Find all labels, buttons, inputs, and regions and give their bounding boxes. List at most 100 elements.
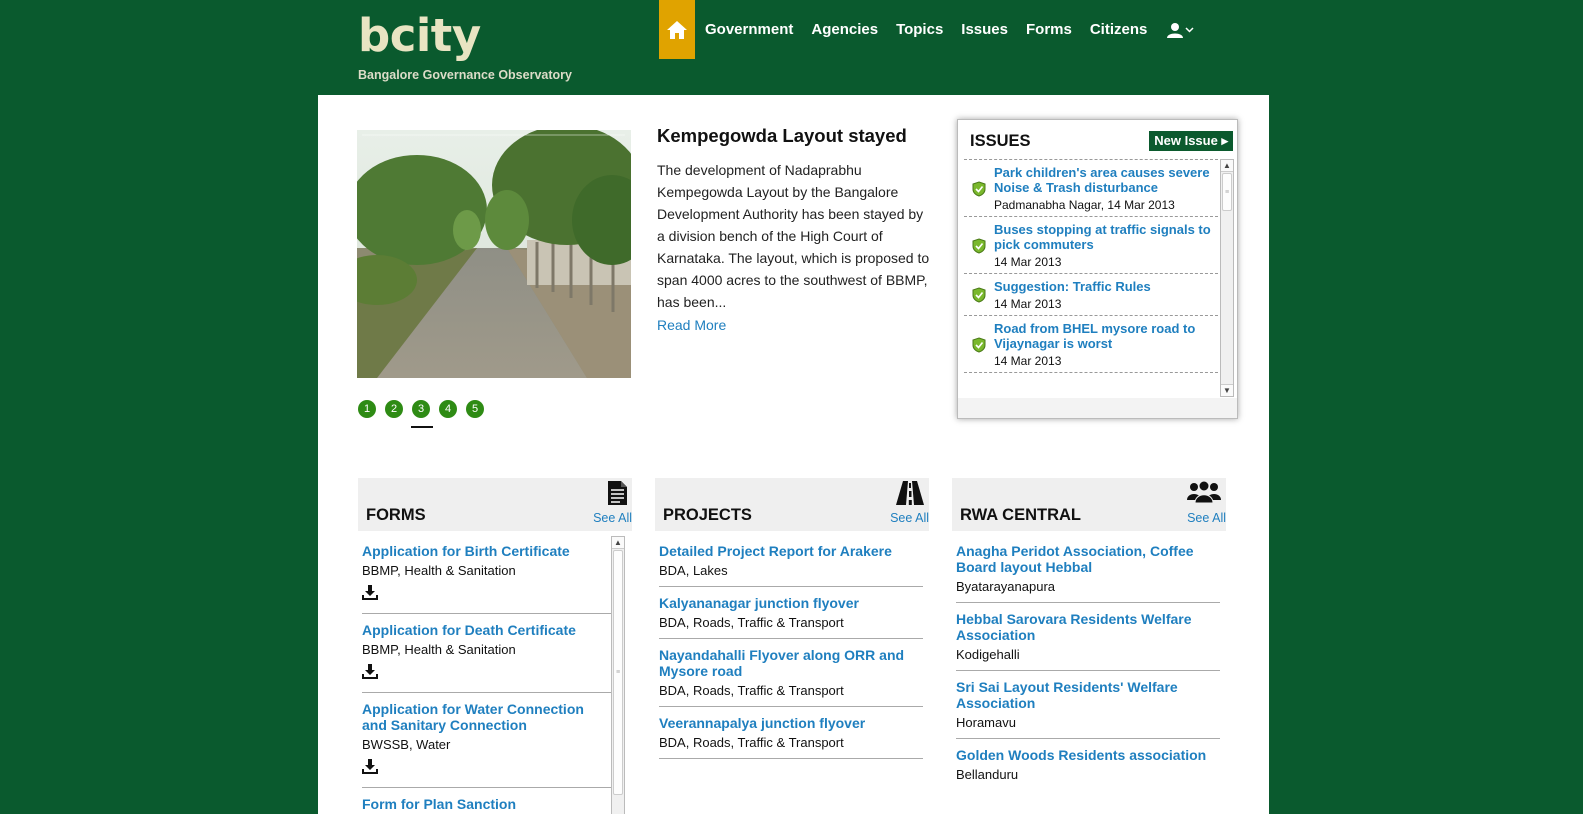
issue-link[interactable]: Park children's area causes severe Noise… [994, 165, 1218, 195]
project-meta: BDA, Roads, Traffic & Transport [659, 615, 844, 630]
new-issue-button[interactable]: New Issue ▸ [1149, 131, 1233, 151]
caret-right-icon: ▸ [1221, 133, 1228, 148]
rwa-title: RWA CENTRAL [960, 506, 1081, 524]
shield-check-icon [972, 287, 986, 303]
scroll-up-icon[interactable]: ▲ [1221, 160, 1233, 172]
rwa-meta: Kodigehalli [956, 647, 1020, 662]
nav-forms[interactable]: Forms [1026, 21, 1072, 38]
projects-see-all[interactable]: See All [890, 511, 929, 525]
issue-meta: 14 Mar 2013 [994, 255, 1062, 269]
issue-link[interactable]: Road from BHEL mysore road to Vijaynagar… [994, 321, 1218, 351]
new-issue-label: New Issue [1154, 133, 1218, 148]
scroll-down-icon[interactable]: ▼ [1221, 384, 1233, 396]
issue-item: Buses stopping at traffic signals to pic… [964, 217, 1218, 274]
forms-title: FORMS [366, 506, 426, 524]
rwa-link[interactable]: Golden Woods Residents association [956, 747, 1220, 763]
group-icon [1187, 480, 1221, 504]
featured-image[interactable] [357, 130, 631, 378]
road-icon [896, 481, 924, 505]
form-link[interactable]: Form for Plan Sanction [362, 796, 612, 812]
rwa-list: Anagha Peridot Association, Coffee Board… [952, 543, 1226, 790]
pager-4[interactable]: 4 [439, 400, 457, 418]
list-item: Nayandahalli Flyover along ORR and Mysor… [659, 647, 923, 707]
nav-agencies[interactable]: Agencies [811, 21, 878, 38]
scroll-up-icon[interactable]: ▲ [612, 537, 624, 549]
featured-article: Kempegowda Layout stayed The development… [657, 125, 932, 333]
issue-item: Suggestion: Traffic Rules 14 Mar 2013 [964, 274, 1218, 316]
pager-5[interactable]: 5 [466, 400, 484, 418]
forms-list: Application for Birth Certificate BBMP, … [358, 543, 614, 814]
list-item: Golden Woods Residents association Bella… [956, 747, 1220, 790]
rwa-see-all[interactable]: See All [1187, 511, 1226, 525]
project-meta: BDA, Roads, Traffic & Transport [659, 735, 844, 750]
list-item: Sri Sai Layout Residents' Welfare Associ… [956, 679, 1220, 739]
issues-panel: ISSUES New Issue ▸ Park children's area … [957, 119, 1238, 419]
featured-pager: 1 2 3 4 5 [358, 400, 484, 428]
read-more-link[interactable]: Read More [657, 317, 932, 333]
rwa-meta: Horamavu [956, 715, 1016, 730]
pager-2[interactable]: 2 [385, 400, 403, 418]
list-item: Detailed Project Report for Arakere BDA,… [659, 543, 923, 587]
issue-link[interactable]: Buses stopping at traffic signals to pic… [994, 222, 1218, 252]
issue-link[interactable]: Suggestion: Traffic Rules [994, 279, 1218, 294]
forms-scrollbar[interactable]: ▲ ≡ [611, 536, 625, 814]
form-meta: BBMP, Health & Sanitation [362, 563, 516, 578]
site-subtitle: Bangalore Governance Observatory [358, 68, 572, 82]
form-link[interactable]: Application for Birth Certificate [362, 543, 612, 559]
issues-list: Park children's area causes severe Noise… [964, 159, 1218, 395]
rwa-link[interactable]: Hebbal Sarovara Residents Welfare Associ… [956, 611, 1220, 643]
forms-see-all[interactable]: See All [593, 511, 632, 525]
scroll-thumb[interactable]: ≡ [613, 550, 623, 795]
rwa-meta: Byatarayanapura [956, 579, 1056, 594]
chevron-down-icon [1185, 26, 1194, 33]
projects-title: PROJECTS [663, 506, 752, 524]
pager-3[interactable]: 3 [411, 400, 433, 428]
list-item: Application for Death Certificate BBMP, … [362, 622, 612, 693]
form-link[interactable]: Application for Water Connection and San… [362, 701, 612, 733]
featured-headline[interactable]: Kempegowda Layout stayed [657, 125, 932, 147]
nav-home[interactable] [659, 0, 695, 59]
document-icon [608, 481, 627, 505]
list-item: Anagha Peridot Association, Coffee Board… [956, 543, 1220, 603]
user-menu[interactable] [1167, 22, 1194, 38]
list-item: Veerannapalya junction flyover BDA, Road… [659, 715, 923, 759]
main-nav: Government Agencies Topics Issues Forms … [659, 0, 1194, 59]
home-icon [667, 20, 687, 39]
rwa-link[interactable]: Anagha Peridot Association, Coffee Board… [956, 543, 1220, 575]
list-item: Application for Birth Certificate BBMP, … [362, 543, 612, 614]
download-icon[interactable] [362, 584, 378, 600]
nav-government[interactable]: Government [705, 21, 793, 38]
download-icon[interactable] [362, 758, 378, 774]
project-link[interactable]: Nayandahalli Flyover along ORR and Mysor… [659, 647, 923, 679]
shield-check-icon [972, 180, 986, 197]
project-meta: BDA, Lakes [659, 563, 728, 578]
nav-topics[interactable]: Topics [896, 21, 943, 38]
rwa-section: RWA CENTRAL See All Anagha Peridot Assoc… [952, 478, 1226, 798]
rwa-link[interactable]: Sri Sai Layout Residents' Welfare Associ… [956, 679, 1220, 711]
main-content: 1 2 3 4 5 Kempegowda Layout stayed The d… [318, 95, 1269, 814]
project-meta: BDA, Roads, Traffic & Transport [659, 683, 844, 698]
form-meta: BBMP, Health & Sanitation [362, 642, 516, 657]
nav-issues[interactable]: Issues [961, 21, 1008, 38]
issue-meta: 14 Mar 2013 [994, 297, 1062, 311]
form-link[interactable]: Application for Death Certificate [362, 622, 612, 638]
list-item: Form for Plan Sanction [362, 796, 612, 814]
projects-section: PROJECTS See All Detailed Project Report… [655, 478, 929, 767]
scroll-thumb[interactable]: ≡ [1222, 173, 1232, 211]
site-logo[interactable]: bcity Bangalore Governance Observatory [358, 9, 572, 83]
project-link[interactable]: Detailed Project Report for Arakere [659, 543, 923, 559]
project-link[interactable]: Kalyananagar junction flyover [659, 595, 923, 611]
issues-scrollbar[interactable]: ▲ ≡ ▼ [1220, 159, 1234, 397]
issue-meta: Padmanabha Nagar, 14 Mar 2013 [994, 198, 1175, 212]
featured-body: The development of Nadaprabhu Kempegowda… [657, 162, 930, 310]
rwa-meta: Bellanduru [956, 767, 1019, 782]
list-item: Hebbal Sarovara Residents Welfare Associ… [956, 611, 1220, 671]
pager-1[interactable]: 1 [358, 400, 376, 418]
download-icon[interactable] [362, 663, 378, 679]
forms-section: FORMS See All Application for Birth Cert… [358, 478, 632, 814]
site-title: bcity [358, 9, 481, 62]
project-link[interactable]: Veerannapalya junction flyover [659, 715, 923, 731]
list-item: Application for Water Connection and San… [362, 701, 612, 788]
issue-meta: 14 Mar 2013 [994, 354, 1062, 368]
nav-citizens[interactable]: Citizens [1090, 21, 1148, 38]
